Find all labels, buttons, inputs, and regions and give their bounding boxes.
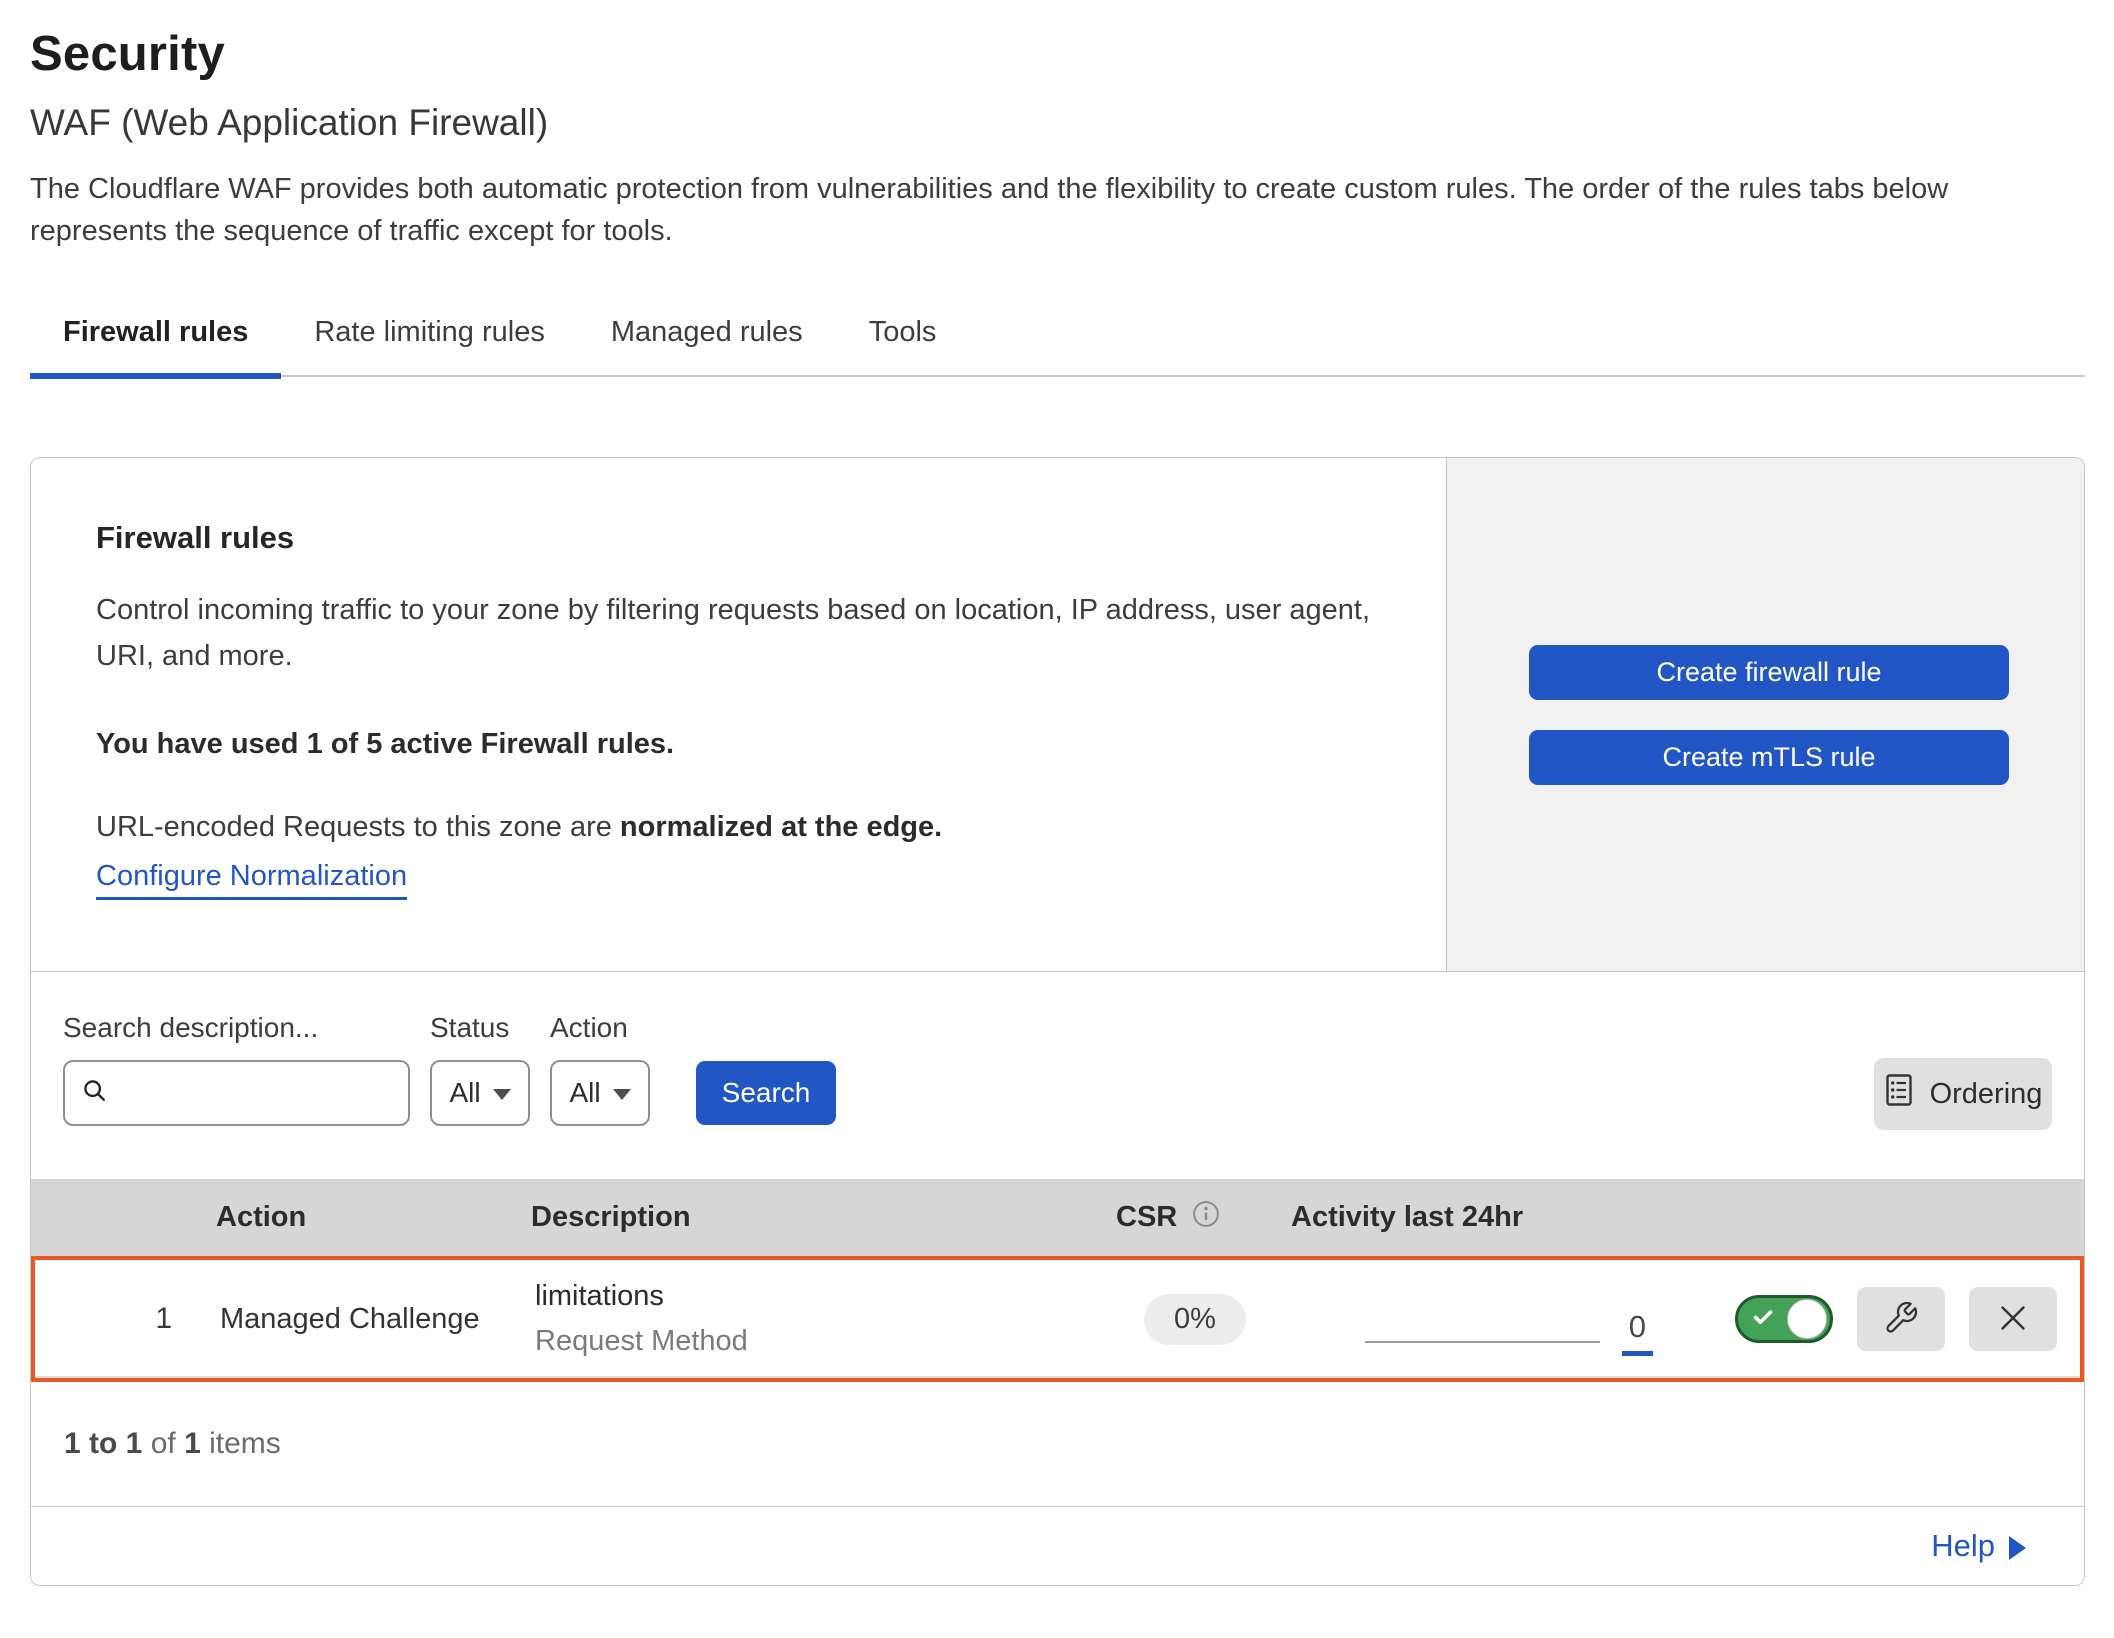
usage-summary: You have used 1 of 5 active Firewall rul… bbox=[96, 728, 1386, 761]
search-button[interactable]: Search bbox=[696, 1061, 836, 1125]
overview-section: Firewall rules Control incoming traffic … bbox=[31, 458, 2084, 972]
rule-controls-cell bbox=[1695, 1287, 2080, 1351]
overview-description: Control incoming traffic to your zone by… bbox=[96, 588, 1376, 680]
column-header-activity: Activity last 24hr bbox=[1291, 1201, 1691, 1234]
rule-action: Managed Challenge bbox=[220, 1303, 535, 1336]
overview-heading: Firewall rules bbox=[96, 520, 1386, 556]
activity-sparkline bbox=[1365, 1341, 1600, 1343]
rule-csr-cell: 0% bbox=[1095, 1294, 1295, 1345]
help-row: Help bbox=[31, 1507, 2084, 1585]
search-label: Search description... bbox=[63, 1012, 410, 1044]
chevron-down-icon bbox=[613, 1089, 631, 1100]
page-title: Security bbox=[30, 26, 2085, 82]
rule-priority: 1 bbox=[35, 1302, 220, 1336]
items-total: 1 bbox=[184, 1427, 201, 1461]
items-of: of bbox=[142, 1427, 184, 1461]
tab-managed-rules[interactable]: Managed rules bbox=[578, 316, 836, 375]
normalization-note: URL-encoded Requests to this zone are no… bbox=[96, 811, 1386, 844]
check-icon bbox=[1751, 1305, 1775, 1334]
column-header-description: Description bbox=[531, 1201, 1091, 1234]
action-select[interactable]: All bbox=[550, 1060, 650, 1126]
rule-enabled-toggle[interactable] bbox=[1735, 1295, 1833, 1343]
csr-badge: 0% bbox=[1144, 1294, 1246, 1345]
filter-bar: Search description... Status All Action bbox=[31, 972, 2084, 1179]
info-icon[interactable] bbox=[1191, 1199, 1221, 1237]
table-row-rule-1: 1 Managed Challenge limitations Request … bbox=[31, 1256, 2084, 1382]
chevron-down-icon bbox=[493, 1089, 511, 1100]
configure-normalization-link[interactable]: Configure Normalization bbox=[96, 860, 407, 900]
help-link[interactable]: Help bbox=[1931, 1528, 1995, 1564]
wrench-icon bbox=[1883, 1300, 1919, 1339]
normalization-bold: normalized at the edge. bbox=[620, 811, 942, 843]
ordering-list-icon bbox=[1884, 1073, 1914, 1115]
security-waf-page: Security WAF (Web Application Firewall) … bbox=[0, 0, 2114, 1586]
tab-firewall-rules[interactable]: Firewall rules bbox=[30, 316, 281, 375]
status-select-value: All bbox=[449, 1077, 480, 1109]
normalization-text: URL-encoded Requests to this zone are bbox=[96, 811, 620, 843]
action-select-value: All bbox=[569, 1077, 600, 1109]
overview-text-panel: Firewall rules Control incoming traffic … bbox=[31, 458, 1446, 971]
tab-rate-limiting-rules[interactable]: Rate limiting rules bbox=[281, 316, 577, 375]
rule-activity-cell: 0 bbox=[1295, 1260, 1695, 1378]
rule-expression: Request Method bbox=[535, 1325, 1095, 1358]
column-header-action: Action bbox=[216, 1201, 531, 1234]
status-label: Status bbox=[430, 1012, 530, 1044]
close-icon bbox=[1995, 1300, 2031, 1339]
action-label: Action bbox=[550, 1012, 650, 1044]
firewall-rules-card: Firewall rules Control incoming traffic … bbox=[30, 457, 2085, 1586]
column-header-csr: CSR bbox=[1116, 1201, 1177, 1234]
edit-rule-button[interactable] bbox=[1857, 1287, 1945, 1351]
toggle-knob bbox=[1787, 1299, 1827, 1339]
items-word: items bbox=[201, 1427, 281, 1461]
search-icon bbox=[81, 1077, 109, 1110]
search-input-wrapper bbox=[63, 1060, 410, 1126]
page-description: The Cloudflare WAF provides both automat… bbox=[30, 168, 2070, 252]
rule-description: limitations bbox=[535, 1280, 1095, 1313]
search-input[interactable] bbox=[119, 1078, 392, 1109]
rules-table-header: Action Description CSR Activity last 24h… bbox=[31, 1179, 2084, 1256]
help-arrow-icon bbox=[2009, 1536, 2026, 1560]
tab-tools[interactable]: Tools bbox=[836, 316, 970, 375]
create-firewall-rule-button[interactable]: Create firewall rule bbox=[1529, 645, 2009, 700]
items-range: 1 to 1 bbox=[64, 1427, 142, 1461]
status-select[interactable]: All bbox=[430, 1060, 530, 1126]
delete-rule-button[interactable] bbox=[1969, 1287, 2057, 1351]
rule-description-cell: limitations Request Method bbox=[535, 1280, 1095, 1358]
create-actions-panel: Create firewall rule Create mTLS rule bbox=[1446, 458, 2084, 971]
activity-count-link[interactable]: 0 bbox=[1622, 1309, 1653, 1356]
rules-tab-bar: Firewall rules Rate limiting rules Manag… bbox=[30, 316, 2085, 377]
page-subtitle: WAF (Web Application Firewall) bbox=[30, 102, 2085, 144]
create-mtls-rule-button[interactable]: Create mTLS rule bbox=[1529, 730, 2009, 785]
pagination-summary: 1 to 1 of 1 items bbox=[31, 1382, 2084, 1506]
ordering-button-label: Ordering bbox=[1930, 1078, 2043, 1111]
ordering-button[interactable]: Ordering bbox=[1874, 1058, 2052, 1130]
